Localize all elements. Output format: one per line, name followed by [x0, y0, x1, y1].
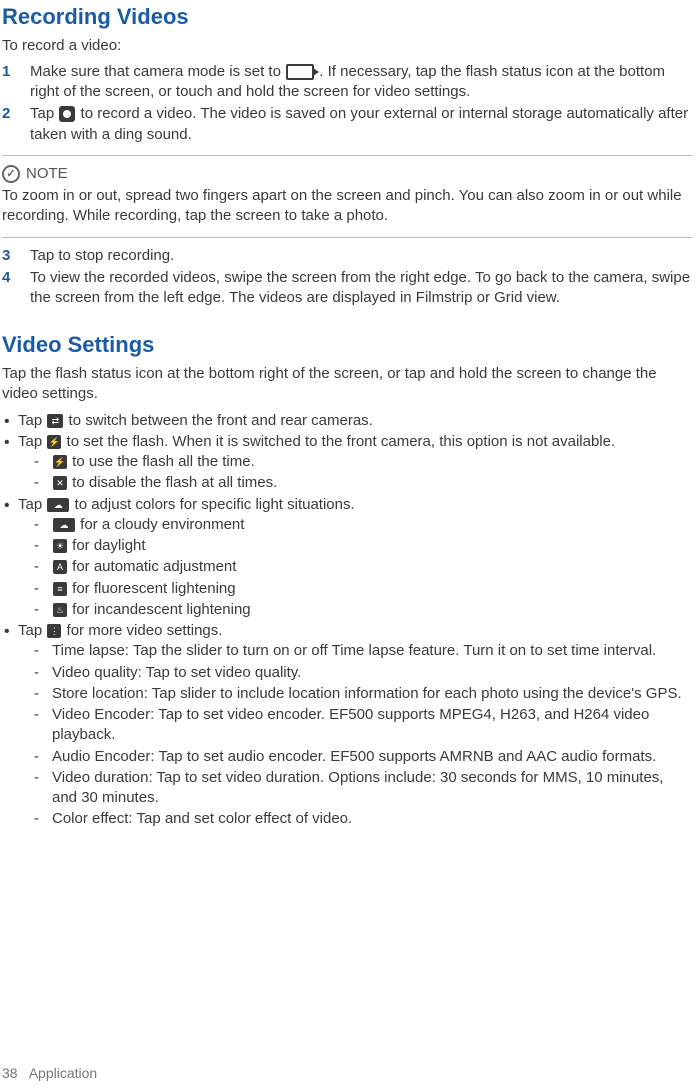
- text: Tap: [18, 433, 46, 450]
- divider: [2, 155, 692, 156]
- daylight-icon: ☀: [53, 539, 67, 553]
- text: to switch between the front and rear cam…: [69, 412, 373, 429]
- text: to use the flash all the time.: [72, 453, 255, 470]
- list-item: ♨ for incandescent lightening: [34, 600, 692, 620]
- cloudy-icon: ☁: [53, 518, 75, 532]
- flash-on-icon: ⚡: [53, 455, 67, 469]
- list-item: ⚡ to use the flash all the time.: [34, 452, 692, 472]
- switch-camera-icon: ⇄: [47, 414, 63, 428]
- step-body: Tap to record a video. The video is save…: [30, 104, 692, 145]
- list-item: A for automatic adjustment: [34, 557, 692, 577]
- step-1: 1 Make sure that camera mode is set to .…: [2, 62, 692, 103]
- steps-list-2: 3 Tap to stop recording. 4 To view the r…: [2, 246, 692, 309]
- step-body: To view the recorded videos, swipe the s…: [30, 268, 692, 309]
- text: to record a video. The video is saved on…: [30, 105, 688, 142]
- record-icon: [59, 106, 75, 122]
- text: for daylight: [72, 537, 145, 554]
- text: for fluorescent lightening: [72, 580, 235, 597]
- text: Tap: [30, 105, 58, 122]
- flash-off-icon: ✕: [53, 476, 67, 490]
- text: Tap: [18, 412, 46, 429]
- step-body: Make sure that camera mode is set to . I…: [30, 62, 692, 103]
- list-item: Video Encoder: Tap to set video encoder.…: [34, 705, 692, 746]
- text: to adjust colors for specific light situ…: [75, 496, 355, 513]
- text: for a cloudy environment: [80, 516, 244, 533]
- auto-wb-icon: A: [53, 560, 67, 574]
- step-3: 3 Tap to stop recording.: [2, 246, 692, 266]
- text: to disable the flash at all times.: [72, 474, 277, 491]
- list-item: Video quality: Tap to set video quality.: [34, 663, 692, 683]
- step-number: 2: [2, 104, 30, 145]
- settings-more-icon: ⋮: [47, 624, 61, 638]
- video-camera-icon: [286, 64, 314, 80]
- sub-list: ☁ for a cloudy environment ☀ for dayligh…: [34, 515, 692, 620]
- list-item: Color effect: Tap and set color effect o…: [34, 809, 692, 829]
- sub-list: ⚡ to use the flash all the time. ✕ to di…: [34, 452, 692, 494]
- list-item: ≡ for fluorescent lightening: [34, 579, 692, 599]
- step-number: 1: [2, 62, 30, 103]
- note-header: ✓ NOTE: [2, 164, 692, 184]
- list-item: Tap ⋮ for more video settings. Time laps…: [2, 621, 692, 830]
- list-item: Audio Encoder: Tap to set audio encoder.…: [34, 747, 692, 767]
- list-item: Tap ☁ to adjust colors for specific ligh…: [2, 495, 692, 621]
- settings-list: Tap ⇄ to switch between the front and re…: [2, 411, 692, 830]
- list-item: ☁ for a cloudy environment: [34, 515, 692, 535]
- list-item: Store location: Tap slider to include lo…: [34, 684, 692, 704]
- fluorescent-icon: ≡: [53, 582, 67, 596]
- text: Make sure that camera mode is set to: [30, 63, 285, 80]
- sub-list: Time lapse: Tap the slider to turn on or…: [34, 641, 692, 829]
- list-item: Time lapse: Tap the slider to turn on or…: [34, 641, 692, 661]
- text: Tap: [18, 622, 46, 639]
- page-footer: 38 Application: [2, 1064, 97, 1083]
- flash-icon: ⚡: [47, 435, 61, 449]
- note-label: NOTE: [26, 164, 68, 184]
- step-number: 4: [2, 268, 30, 309]
- list-item: Tap ⇄ to switch between the front and re…: [2, 411, 692, 431]
- text: Tap: [18, 496, 46, 513]
- step-body: Tap to stop recording.: [30, 246, 692, 266]
- heading-video-settings: Video Settings: [2, 330, 692, 360]
- step-2: 2 Tap to record a video. The video is sa…: [2, 104, 692, 145]
- list-item: ☀ for daylight: [34, 536, 692, 556]
- step-4: 4 To view the recorded videos, swipe the…: [2, 268, 692, 309]
- check-circle-icon: ✓: [2, 165, 20, 183]
- divider: [2, 237, 692, 238]
- text: for incandescent lightening: [72, 601, 250, 618]
- step-number: 3: [2, 246, 30, 266]
- page-section-label: Application: [29, 1065, 98, 1081]
- list-item: Tap ⚡ to set the flash. When it is switc…: [2, 432, 692, 494]
- intro-recording: To record a video:: [2, 36, 692, 56]
- intro-settings: Tap the flash status icon at the bottom …: [2, 364, 692, 405]
- note-body: To zoom in or out, spread two fingers ap…: [2, 186, 692, 227]
- steps-list-1: 1 Make sure that camera mode is set to .…: [2, 62, 692, 145]
- list-item: Video duration: Tap to set video duratio…: [34, 768, 692, 809]
- text: for automatic adjustment: [72, 558, 236, 575]
- text: for more video settings.: [67, 622, 223, 639]
- list-item: ✕ to disable the flash at all times.: [34, 473, 692, 493]
- incandescent-icon: ♨: [53, 603, 67, 617]
- text: to set the flash. When it is switched to…: [67, 433, 616, 450]
- cloud-icon: ☁: [47, 498, 69, 512]
- heading-recording-videos: Recording Videos: [2, 2, 692, 32]
- page-number: 38: [2, 1065, 18, 1081]
